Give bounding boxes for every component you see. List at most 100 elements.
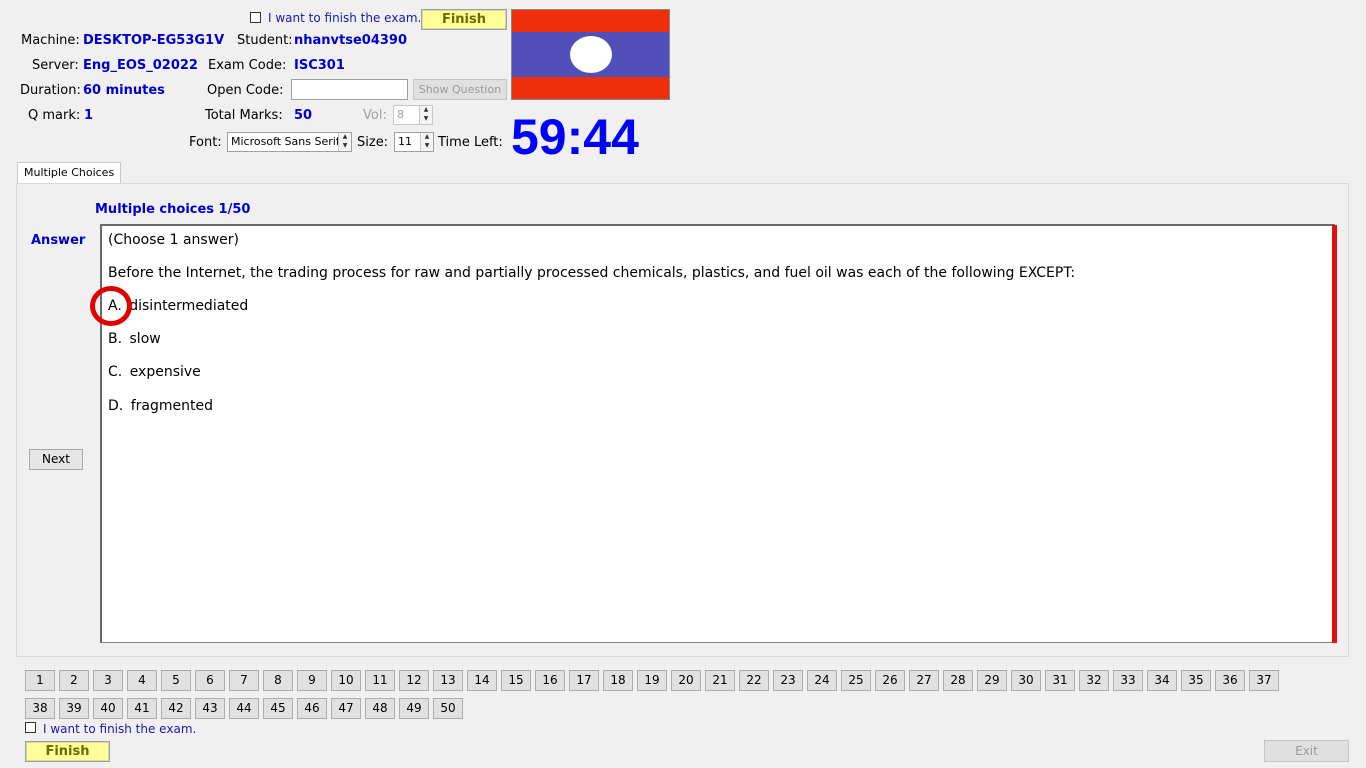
chevron-up-icon[interactable]: ▲ <box>421 133 433 142</box>
question-nav-button[interactable]: 20 <box>671 670 701 691</box>
question-nav-button[interactable]: 9 <box>297 670 327 691</box>
option-c[interactable]: C. expensive <box>108 364 201 380</box>
flag-image <box>511 9 670 100</box>
question-nav-button[interactable]: 25 <box>841 670 871 691</box>
question-nav-button[interactable]: 31 <box>1045 670 1075 691</box>
server-label: Server: <box>32 58 79 73</box>
question-nav-button[interactable]: 8 <box>263 670 293 691</box>
vol-stepper-value: 8 <box>397 108 404 121</box>
question-nav-button[interactable]: 32 <box>1079 670 1109 691</box>
question-nav-button[interactable]: 5 <box>161 670 191 691</box>
question-nav-button[interactable]: 47 <box>331 698 361 719</box>
question-nav-button[interactable]: 21 <box>705 670 735 691</box>
question-nav-button[interactable]: 37 <box>1249 670 1279 691</box>
option-d-letter: D. <box>108 398 124 414</box>
question-nav-button[interactable]: 41 <box>127 698 157 719</box>
question-nav-button[interactable]: 4 <box>127 670 157 691</box>
finish-checkbox-bottom-label[interactable]: I want to finish the exam. <box>43 722 196 736</box>
question-nav-button[interactable]: 15 <box>501 670 531 691</box>
font-stepper[interactable]: Microsoft Sans Serif ▲ ▼ <box>227 132 352 152</box>
question-nav-button[interactable]: 30 <box>1011 670 1041 691</box>
question-nav-button[interactable]: 14 <box>467 670 497 691</box>
chevron-down-icon[interactable]: ▼ <box>420 115 432 124</box>
question-nav-button[interactable]: 26 <box>875 670 905 691</box>
question-nav-button[interactable]: 12 <box>399 670 429 691</box>
font-stepper-arrows[interactable]: ▲ ▼ <box>338 133 351 151</box>
finish-checkbox-bottom[interactable] <box>25 722 36 733</box>
vol-label: Vol: <box>363 108 387 123</box>
question-instruction: (Choose 1 answer) <box>108 232 239 248</box>
finish-checkbox-top[interactable] <box>250 12 261 23</box>
question-nav-button[interactable]: 35 <box>1181 670 1211 691</box>
question-nav-button[interactable]: 48 <box>365 698 395 719</box>
answer-label: Answer <box>31 233 86 248</box>
question-nav-button[interactable]: 27 <box>909 670 939 691</box>
font-label: Font: <box>189 135 222 150</box>
question-nav-button[interactable]: 29 <box>977 670 1007 691</box>
question-nav-button[interactable]: 34 <box>1147 670 1177 691</box>
exit-button[interactable]: Exit <box>1264 740 1349 762</box>
chevron-down-icon[interactable]: ▼ <box>421 142 433 151</box>
qmark-value: 1 <box>84 108 94 123</box>
question-nav-button[interactable]: 42 <box>161 698 191 719</box>
option-b[interactable]: B. slow <box>108 331 161 347</box>
duration-label: Duration: <box>20 83 81 98</box>
question-nav-button[interactable]: 23 <box>773 670 803 691</box>
student-value: nhanvtse04390 <box>294 33 408 48</box>
question-nav-button[interactable]: 3 <box>93 670 123 691</box>
question-nav-button[interactable]: 28 <box>943 670 973 691</box>
qmark-label: Q mark: <box>28 108 81 123</box>
question-nav-button[interactable]: 38 <box>25 698 55 719</box>
open-code-label: Open Code: <box>207 83 284 98</box>
question-nav-button[interactable]: 36 <box>1215 670 1245 691</box>
question-nav-button[interactable]: 18 <box>603 670 633 691</box>
question-nav-button[interactable]: 13 <box>433 670 463 691</box>
size-stepper-value: 11 <box>398 135 412 148</box>
font-stepper-value: Microsoft Sans Serif <box>231 135 340 148</box>
question-nav-button[interactable]: 24 <box>807 670 837 691</box>
question-nav-button[interactable]: 2 <box>59 670 89 691</box>
question-nav-button[interactable]: 7 <box>229 670 259 691</box>
question-scroll-indicator <box>1332 225 1337 643</box>
option-d[interactable]: D. fragmented <box>108 398 213 414</box>
open-code-input[interactable] <box>291 79 408 100</box>
size-stepper-arrows[interactable]: ▲ ▼ <box>420 133 433 151</box>
question-nav-button[interactable]: 40 <box>93 698 123 719</box>
question-nav-button[interactable]: 19 <box>637 670 667 691</box>
size-stepper[interactable]: 11 ▲ ▼ <box>394 132 434 152</box>
timer: 59:44 <box>511 109 639 165</box>
size-label: Size: <box>357 135 389 150</box>
finish-button-bottom[interactable]: Finish <box>25 741 110 762</box>
question-heading: Multiple choices 1/50 <box>95 202 251 217</box>
question-nav-button[interactable]: 22 <box>739 670 769 691</box>
tab-multiple-choices[interactable]: Multiple Choices <box>17 162 122 183</box>
question-nav-button[interactable]: 49 <box>399 698 429 719</box>
question-nav-button[interactable]: 50 <box>433 698 463 719</box>
finish-button-top[interactable]: Finish <box>421 9 507 30</box>
show-question-button[interactable]: Show Question <box>413 79 507 100</box>
vol-stepper-arrows[interactable]: ▲ ▼ <box>419 106 432 124</box>
question-nav-button[interactable]: 39 <box>59 698 89 719</box>
next-button[interactable]: Next <box>29 449 83 470</box>
question-nav-button[interactable]: 16 <box>535 670 565 691</box>
question-nav-button[interactable]: 17 <box>569 670 599 691</box>
chevron-down-icon[interactable]: ▼ <box>339 142 351 151</box>
question-nav-button[interactable]: 1 <box>25 670 55 691</box>
chevron-up-icon[interactable]: ▲ <box>420 106 432 115</box>
option-d-text: fragmented <box>130 398 213 414</box>
finish-checkbox-top-label[interactable]: I want to finish the exam. <box>268 11 421 25</box>
option-b-text: slow <box>129 331 161 347</box>
vol-stepper[interactable]: 8 ▲ ▼ <box>393 105 433 125</box>
question-nav-button[interactable]: 33 <box>1113 670 1143 691</box>
total-marks-value: 50 <box>294 108 313 123</box>
question-nav-button[interactable]: 11 <box>365 670 395 691</box>
question-nav-button[interactable]: 44 <box>229 698 259 719</box>
chevron-up-icon[interactable]: ▲ <box>339 133 351 142</box>
question-nav-button[interactable]: 43 <box>195 698 225 719</box>
answer-marker-circle <box>90 286 132 326</box>
question-nav-button[interactable]: 10 <box>331 670 361 691</box>
question-nav-button[interactable]: 45 <box>263 698 293 719</box>
question-nav-button[interactable]: 46 <box>297 698 327 719</box>
question-nav-button[interactable]: 6 <box>195 670 225 691</box>
time-left-label: Time Left: <box>438 135 503 150</box>
